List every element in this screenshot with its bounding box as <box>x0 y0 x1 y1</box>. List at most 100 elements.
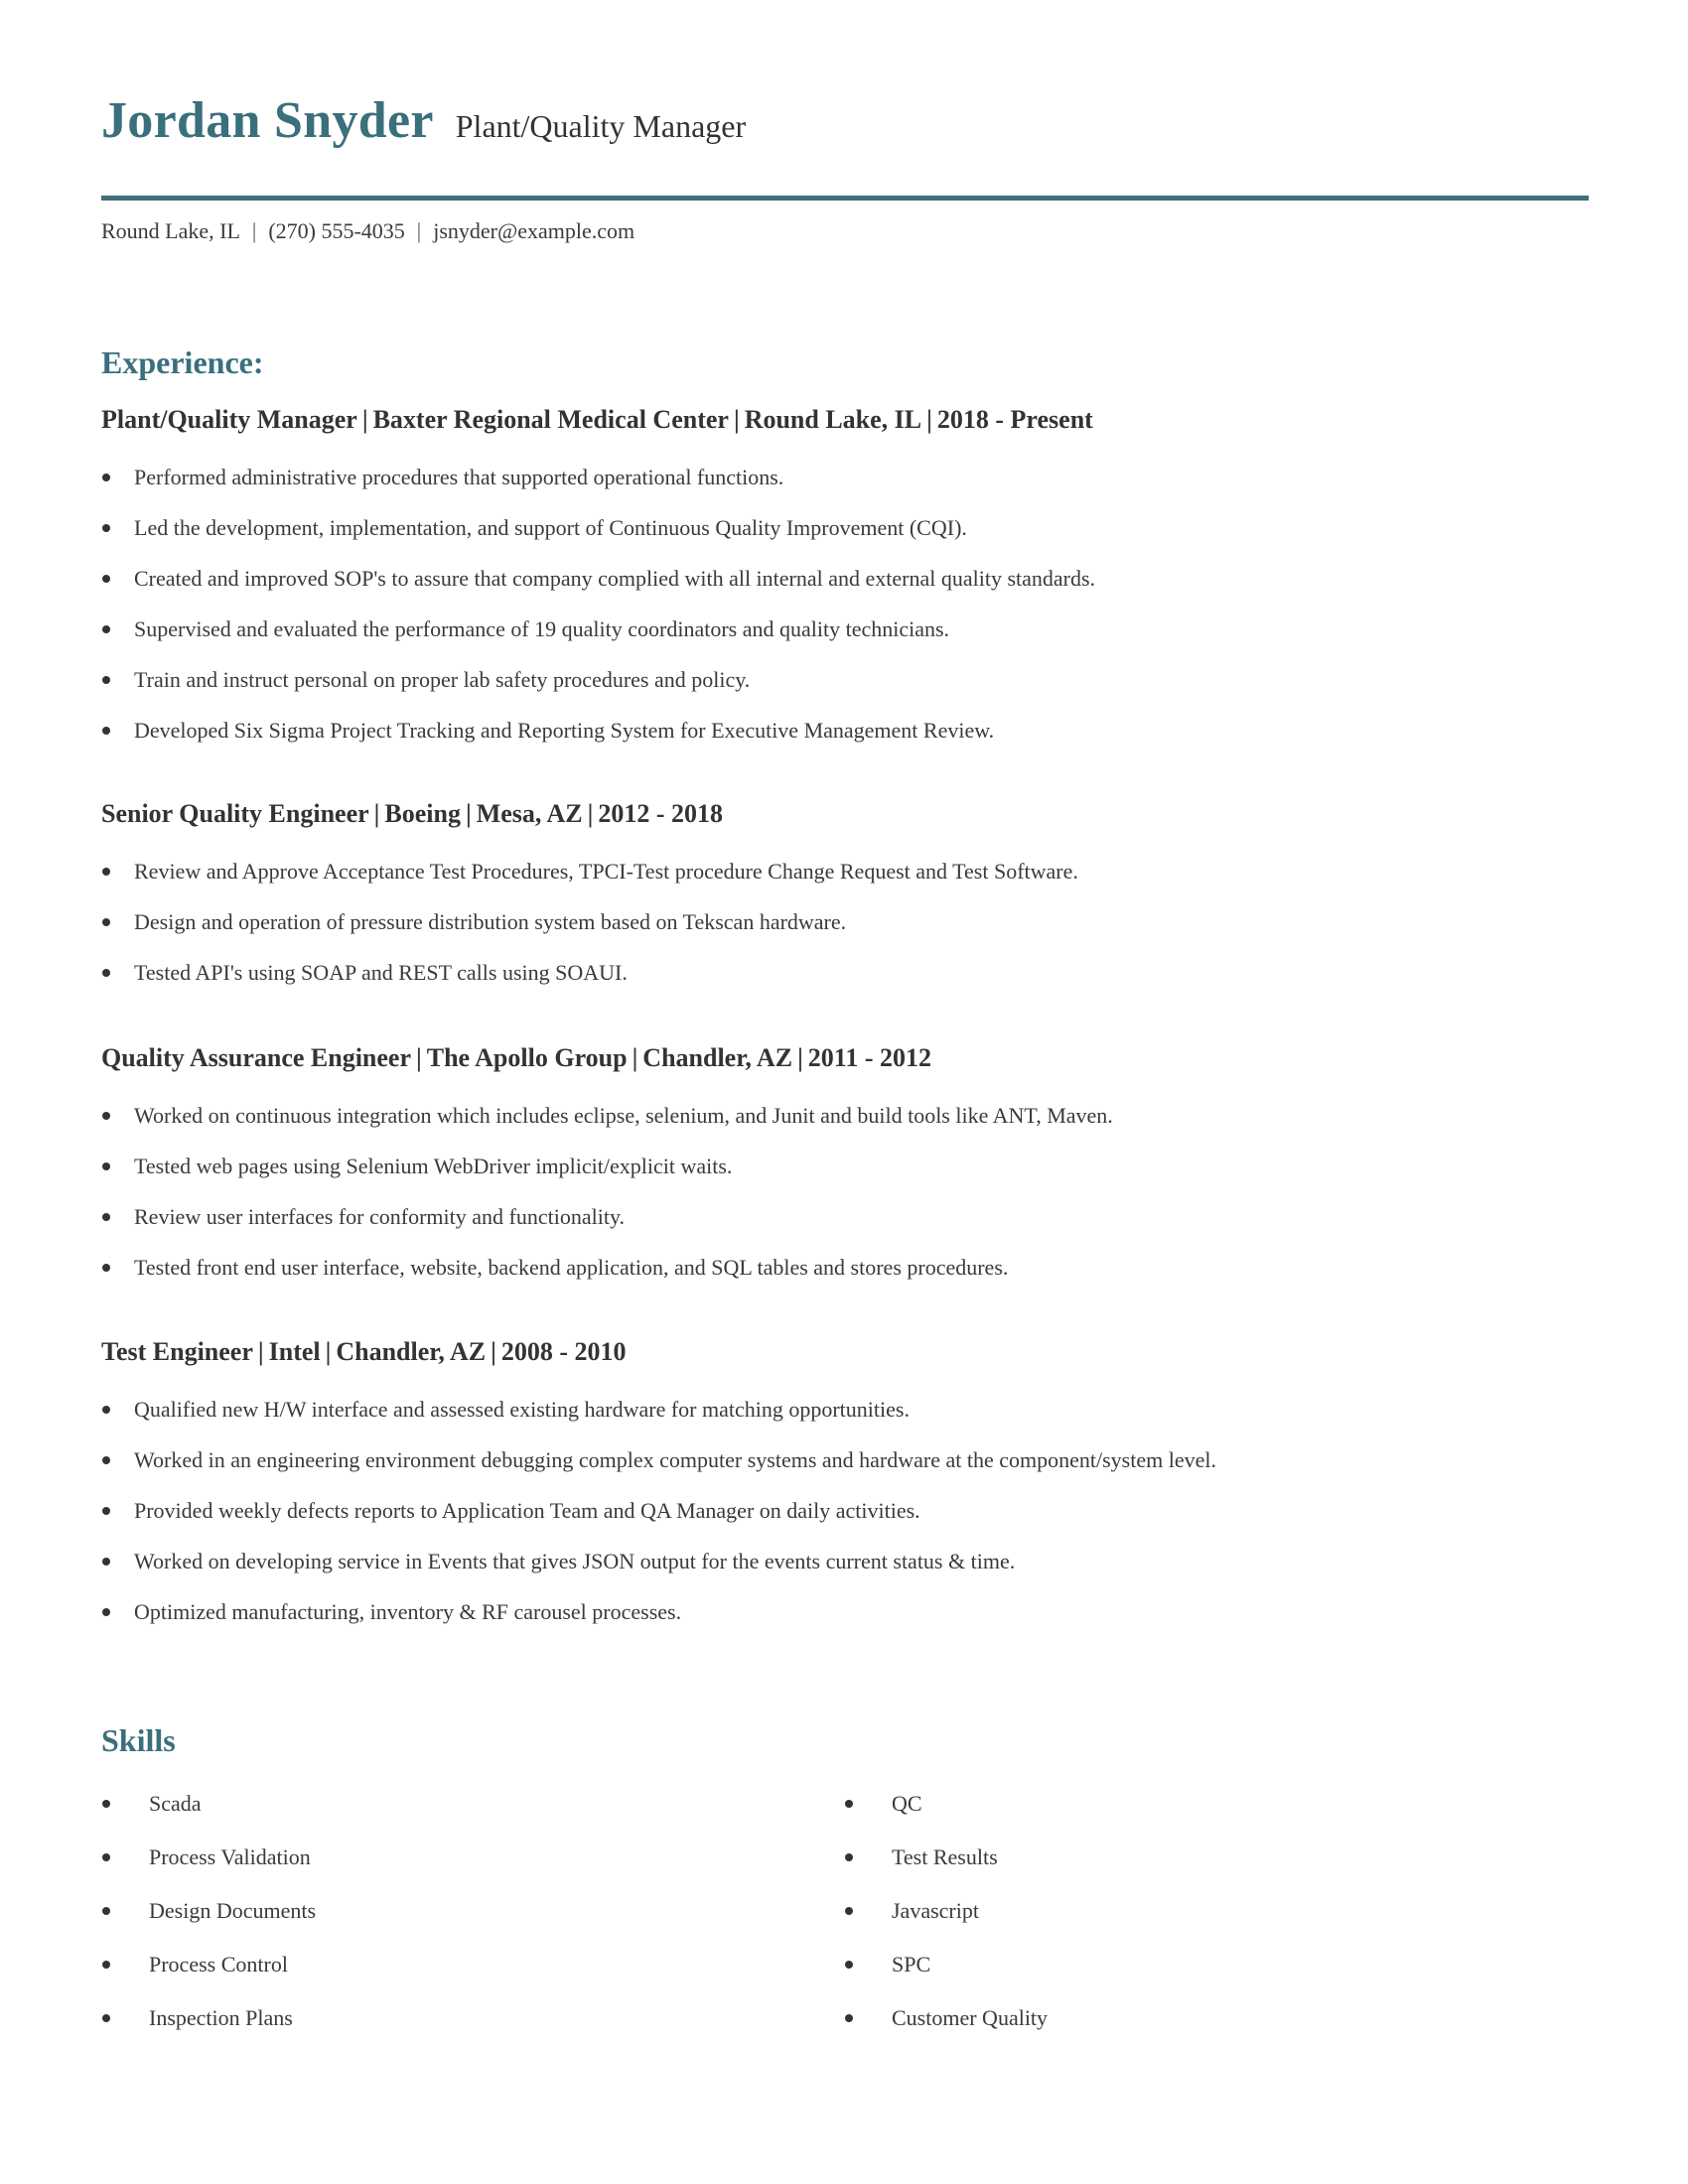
job-entry: Test Engineer | Intel | Chandler, AZ | 2008 - … <box>101 1337 1591 1648</box>
list-item: Tested front end user interface, website… <box>101 1253 1591 1283</box>
bullet-icon <box>102 969 110 977</box>
skill-text: Inspection Plans <box>149 2005 293 2030</box>
skill-item: Design Documents <box>101 1896 796 1926</box>
bullet-text: Created and improved SOP's to assure tha… <box>134 566 1096 591</box>
contact-email: jsnyder@example.com <box>433 218 635 243</box>
contact-location: Round Lake, IL <box>101 218 240 243</box>
bullet-icon <box>102 1961 110 1969</box>
skill-text: Test Results <box>892 1844 998 1869</box>
bullet-text: Worked on continuous integration which i… <box>134 1103 1113 1128</box>
bullet-icon <box>102 1264 110 1272</box>
list-item: Created and improved SOP's to assure tha… <box>101 564 1591 594</box>
separator: | <box>325 1337 332 1366</box>
bullet-text: Worked in an engineering environment deb… <box>134 1447 1216 1472</box>
header-divider <box>101 196 1589 201</box>
list-item: Train and instruct personal on proper la… <box>101 665 1591 695</box>
job-bullets: Qualified new H/W interface and assessed… <box>101 1395 1591 1627</box>
bullet-text: Worked on developing service in Events t… <box>134 1549 1016 1573</box>
job-company: Baxter Regional Medical Center <box>372 405 729 434</box>
candidate-name: Jordan Snyder <box>101 92 434 149</box>
list-item: Design and operation of pressure distrib… <box>101 907 1591 937</box>
skill-item: Inspection Plans <box>101 2003 796 2033</box>
bullet-icon <box>102 868 110 876</box>
resume-header: Jordan Snyder Plant/Quality Manager <box>101 91 746 150</box>
candidate-role: Plant/Quality Manager <box>455 108 747 144</box>
job-dates: 2018 - Present <box>936 405 1093 434</box>
bullet-icon <box>102 625 110 633</box>
skill-item: QC <box>844 1789 1539 1819</box>
list-item: Provided weekly defects reports to Appli… <box>101 1496 1591 1526</box>
skill-text: QC <box>892 1791 922 1816</box>
skill-item: Customer Quality <box>844 2003 1539 2033</box>
separator: | <box>491 1337 496 1366</box>
job-location: Mesa, AZ <box>476 799 583 828</box>
bullet-icon <box>102 1608 110 1616</box>
separator: | <box>587 799 594 828</box>
bullet-icon <box>102 474 110 481</box>
list-item: Review and Approve Acceptance Test Proce… <box>101 857 1591 887</box>
job-bullets: Performed administrative procedures that… <box>101 463 1591 746</box>
bullet-icon <box>845 1907 853 1915</box>
experience-heading: Experience: <box>101 344 264 380</box>
bullet-text: Tested front end user interface, website… <box>134 1255 1009 1280</box>
job-company: Boeing <box>384 799 461 828</box>
bullet-icon <box>102 918 110 926</box>
bullet-icon <box>845 1853 853 1861</box>
separator: | <box>797 1043 803 1072</box>
bullet-icon <box>102 575 110 583</box>
bullet-icon <box>102 1162 110 1170</box>
bullet-text: Provided weekly defects reports to Appli… <box>134 1498 920 1523</box>
skills-heading: Skills <box>101 1722 176 1758</box>
bullet-icon <box>102 1800 110 1808</box>
list-item: Performed administrative procedures that… <box>101 463 1591 492</box>
separator: | <box>361 405 368 434</box>
bullet-icon <box>102 524 110 532</box>
bullet-text: Review and Approve Acceptance Test Proce… <box>134 859 1078 884</box>
list-item: Led the development, implementation, and… <box>101 513 1591 543</box>
job-company: Intel <box>268 1337 321 1366</box>
list-item: Developed Six Sigma Project Tracking and… <box>101 716 1591 746</box>
skill-item: Javascript <box>844 1896 1539 1926</box>
bullet-text: Tested web pages using Selenium WebDrive… <box>134 1154 733 1178</box>
separator: | <box>733 405 740 434</box>
skill-item: Scada <box>101 1789 796 1819</box>
skill-text: Customer Quality <box>892 2005 1049 2030</box>
bullet-icon <box>102 1406 110 1414</box>
job-company: The Apollo Group <box>426 1043 628 1072</box>
list-item: Review user interfaces for conformity an… <box>101 1202 1591 1232</box>
bullet-icon <box>102 1558 110 1566</box>
job-dates: 2011 - 2012 <box>807 1043 932 1072</box>
bullet-icon <box>102 676 110 684</box>
job-heading: Test Engineer | Intel | Chandler, AZ | 2008 - … <box>101 1337 1591 1367</box>
contact-line: Round Lake, IL | (270) 555-4035 | jsnyder@ex… <box>101 218 634 244</box>
skill-item: Test Results <box>844 1843 1539 1872</box>
bullet-text: Review user interfaces for conformity an… <box>134 1204 626 1229</box>
list-item: Optimized manufacturing, inventory & RF … <box>101 1597 1591 1627</box>
skill-item: Process Validation <box>101 1843 796 1872</box>
job-entry: Quality Assurance Engineer | The Apollo Gr… <box>101 1043 1591 1303</box>
list-item: Worked on continuous integration which i… <box>101 1101 1591 1131</box>
bullet-text: Train and instruct personal on proper la… <box>134 667 751 692</box>
job-entry: Senior Quality Engineer | Boeing | Mesa, AZ |… <box>101 799 1591 1009</box>
job-title: Senior Quality Engineer <box>101 799 369 828</box>
job-bullets: Review and Approve Acceptance Test Proce… <box>101 857 1591 988</box>
job-title: Test Engineer <box>101 1337 253 1366</box>
list-item: Qualified new H/W interface and assessed… <box>101 1395 1591 1425</box>
list-item: Worked on developing service in Events t… <box>101 1547 1591 1576</box>
list-item: Tested API's using SOAP and REST calls u… <box>101 958 1591 988</box>
bullet-text: Qualified new H/W interface and assessed… <box>134 1397 910 1422</box>
separator: | <box>926 405 932 434</box>
bullet-icon <box>102 1213 110 1221</box>
separator: | <box>632 1043 638 1072</box>
bullet-text: Supervised and evaluated the performance… <box>134 616 950 641</box>
bullet-icon <box>102 2014 110 2022</box>
bullet-icon <box>845 2014 853 2022</box>
bullet-text: Led the development, implementation, and… <box>134 515 967 540</box>
skills-column-right: QC Test Results Javascript SPC Customer … <box>844 1789 1539 2057</box>
job-title: Quality Assurance Engineer <box>101 1043 412 1072</box>
bullet-icon <box>102 1507 110 1515</box>
job-location: Chandler, AZ <box>336 1337 487 1366</box>
job-location: Chandler, AZ <box>642 1043 793 1072</box>
job-heading: Plant/Quality Manager | Baxter Regional Me… <box>101 405 1591 435</box>
job-bullets: Worked on continuous integration which i… <box>101 1101 1591 1283</box>
